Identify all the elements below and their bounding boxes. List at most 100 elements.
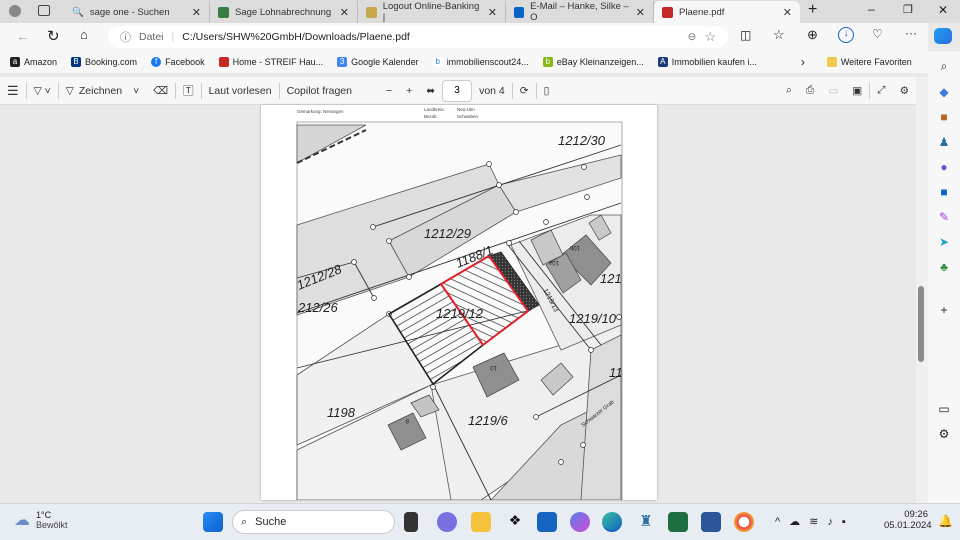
- edge-icon[interactable]: [602, 512, 622, 532]
- taskbar: ☁ 1°C Bewölkt ⌕ Suche ❖ ♜ ^☁≋♪▪ 09:26 05.01…: [0, 503, 960, 540]
- chevron-right-icon[interactable]: ›: [801, 55, 805, 69]
- copilot-icon[interactable]: [570, 512, 590, 532]
- app-icon[interactable]: ♜: [636, 512, 656, 532]
- weather-widget[interactable]: ☁ 1°C Bewölkt: [14, 510, 68, 530]
- tab-bar: 🔍 sage one - Suchen ✕ Sage Lohnabrechnung ✕…: [0, 0, 960, 23]
- bookmark-amazon[interactable]: a Amazon: [10, 57, 57, 67]
- svg-text:10b: 10b: [569, 244, 580, 250]
- fit-page-icon[interactable]: ⬌: [419, 85, 442, 97]
- outlook-icon[interactable]: ■: [940, 185, 947, 199]
- rotate-icon[interactable]: ⟳: [513, 85, 536, 97]
- page-number-input[interactable]: [442, 79, 473, 102]
- zoom-in-button[interactable]: +: [399, 85, 419, 97]
- eraser-icon[interactable]: ⌫: [146, 85, 175, 97]
- tab-banking[interactable]: Logout Online-Banking | ✕: [358, 1, 506, 23]
- folder-icon: [826, 57, 837, 67]
- excel-icon[interactable]: [668, 512, 688, 532]
- close-icon[interactable]: ✕: [783, 6, 792, 19]
- bookmark-streif[interactable]: Home - STREIF Hau...: [218, 57, 323, 67]
- cadastral-map: Gemarkung: Nersingen Landkreis: Neu-Ulm …: [295, 107, 623, 501]
- mail-icon[interactable]: [537, 512, 557, 532]
- star-icon[interactable]: ☆: [704, 29, 716, 45]
- close-window-button[interactable]: ✕: [938, 3, 948, 17]
- save-as-icon[interactable]: ▣: [845, 85, 869, 97]
- maximize-button[interactable]: ❐: [903, 3, 913, 16]
- bookmark-ebay[interactable]: b eBay Kleinanzeigen...: [542, 57, 644, 67]
- close-icon[interactable]: ✕: [636, 6, 645, 19]
- copilot-icon[interactable]: ●: [940, 160, 947, 174]
- close-icon[interactable]: ✕: [488, 6, 497, 19]
- clock[interactable]: 09:26 05.01.2024: [884, 509, 932, 531]
- word-icon[interactable]: [701, 512, 721, 532]
- tree-icon[interactable]: ♣: [940, 260, 948, 274]
- tab-sage-lohn[interactable]: Sage Lohnabrechnung ✕: [210, 1, 358, 23]
- text-icon[interactable]: 🅃: [176, 83, 201, 98]
- bookmark-google-kalender[interactable]: 3 Google Kalender: [337, 57, 419, 67]
- more-icon[interactable]: ···: [905, 26, 917, 40]
- favorites-icon[interactable]: ☆: [773, 27, 785, 43]
- add-icon[interactable]: +: [940, 303, 947, 317]
- minimize-button[interactable]: –: [868, 2, 875, 16]
- new-tab-button[interactable]: +: [808, 1, 817, 19]
- tag-icon[interactable]: ◆: [939, 85, 948, 99]
- opera-icon[interactable]: [734, 512, 754, 532]
- address-bar[interactable]: ⓘ Datei | C:/Users/SHW%20GmbH/Downloads/…: [108, 26, 728, 48]
- map-header: Gemarkung: Nersingen Landkreis: Neu-Ulm …: [297, 107, 479, 119]
- collections-icon[interactable]: ⊕: [807, 27, 818, 43]
- search-icon[interactable]: ⌕: [779, 84, 799, 97]
- svg-text:1219/10: 1219/10: [569, 311, 617, 326]
- tab-email[interactable]: E-Mail – Hanke, Silke – O ✕: [506, 1, 654, 23]
- profile-avatar[interactable]: [9, 5, 21, 17]
- taskbar-search[interactable]: ⌕ Suche: [232, 510, 395, 534]
- search-icon[interactable]: ⌕: [941, 59, 948, 74]
- contents-icon[interactable]: ☰: [0, 83, 26, 99]
- notification-bell-icon[interactable]: 🔔: [938, 514, 953, 528]
- save-icon[interactable]: ▭: [821, 85, 845, 97]
- tab-actions-icon[interactable]: [38, 5, 50, 16]
- back-icon[interactable]: ←: [16, 28, 30, 44]
- tab-sage-one[interactable]: 🔍 sage one - Suchen ✕: [64, 1, 210, 23]
- sage-icon: [218, 6, 229, 18]
- highlight-icon[interactable]: ▽ ˅: [27, 85, 58, 97]
- refresh-icon[interactable]: ↻: [47, 27, 60, 45]
- cloud-icon: ☁: [14, 512, 30, 529]
- info-icon: ⓘ: [120, 32, 131, 44]
- tray-icons[interactable]: ^☁≋♪▪: [775, 515, 855, 528]
- zoom-icon[interactable]: ⊖: [688, 31, 697, 43]
- downloads-icon[interactable]: ↓: [838, 27, 854, 43]
- send-icon[interactable]: ➤: [939, 235, 949, 249]
- url-text[interactable]: C:/Users/SHW%20GmbH/Downloads/Plaene.pdf: [182, 31, 410, 43]
- briefcase-icon[interactable]: ■: [940, 110, 947, 124]
- task-view-icon[interactable]: [404, 512, 418, 532]
- health-icon[interactable]: ♡: [872, 27, 883, 41]
- bookmark-facebook[interactable]: f Facebook: [151, 57, 205, 67]
- chess-icon[interactable]: ♟: [939, 135, 950, 149]
- bookmark-immobilienscout[interactable]: b immobilienscout24...: [432, 57, 529, 67]
- settings-icon[interactable]: ⚙: [939, 427, 950, 441]
- svg-text:Gemarkung: Nersingen: Gemarkung: Nersingen: [297, 109, 344, 114]
- designer-icon[interactable]: ✎: [939, 210, 949, 224]
- home-icon[interactable]: ⌂: [80, 27, 88, 42]
- bookmark-immobilien-kaufen[interactable]: A Immobilien kaufen i...: [657, 57, 757, 67]
- scrollbar-thumb[interactable]: [918, 286, 924, 362]
- close-icon[interactable]: ✕: [192, 6, 201, 19]
- zoom-out-button[interactable]: −: [379, 85, 399, 97]
- panel-icon[interactable]: ▭: [938, 402, 949, 416]
- split-screen-icon[interactable]: ◫: [740, 28, 751, 42]
- file-explorer-icon[interactable]: [471, 512, 491, 532]
- copilot-icon[interactable]: [934, 28, 952, 44]
- bookmark-folder-more[interactable]: Weitere Favoriten: [826, 57, 912, 67]
- bookmark-booking[interactable]: B Booking.com: [71, 57, 137, 67]
- settings-icon[interactable]: ⚙: [893, 85, 916, 97]
- start-button[interactable]: [203, 512, 223, 532]
- copilot-button[interactable]: Copilot fragen: [280, 85, 359, 97]
- teams-icon[interactable]: [437, 512, 457, 532]
- print-icon[interactable]: ⎙: [799, 84, 821, 97]
- tab-plaene-pdf[interactable]: Plaene.pdf ✕: [654, 1, 800, 23]
- page-view-icon[interactable]: ▯: [537, 85, 557, 97]
- close-icon[interactable]: ✕: [340, 6, 349, 19]
- fullscreen-icon[interactable]: ⤢: [870, 84, 892, 97]
- dropbox-icon[interactable]: ❖: [505, 512, 525, 532]
- draw-button[interactable]: ▽ Zeichnen ˅: [59, 85, 146, 97]
- read-aloud-button[interactable]: Laut vorlesen: [202, 85, 279, 97]
